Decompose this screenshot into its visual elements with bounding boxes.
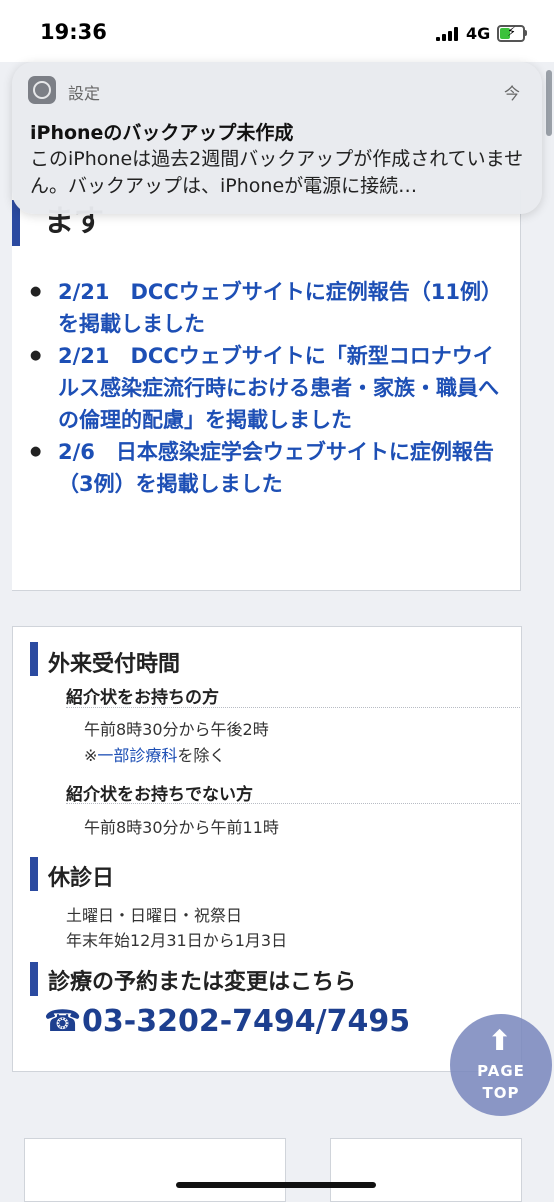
with-referral-time: 午前8時30分から午後2時 — [84, 720, 269, 739]
phone-link[interactable]: ☎03-3202-7494/7495 — [44, 1004, 410, 1039]
telephone-icon: ☎ — [44, 1004, 82, 1039]
notification-title: iPhoneのバックアップ未作成 — [30, 122, 294, 144]
department-link[interactable]: 一部診療科 — [97, 746, 177, 765]
home-indicator[interactable] — [176, 1182, 376, 1188]
with-referral-title: 紹介状をお持ちの方 — [66, 688, 219, 708]
network-type: 4G — [466, 24, 491, 43]
notification-app-name: 設定 — [68, 84, 101, 103]
closed-holidays: 年末年始12月31日から1月3日 — [66, 931, 288, 950]
battery-tip — [524, 30, 527, 36]
closed-days: 土曜日・日曜日・祝祭日 — [66, 906, 243, 925]
booking-title: 診療の予約または変更はこちら — [48, 970, 357, 995]
notification-time: 今 — [503, 84, 520, 103]
scrollbar[interactable] — [546, 70, 552, 136]
bottom-card[interactable] — [24, 1138, 286, 1202]
phone-number: 03-3202-7494/7495 — [82, 1004, 411, 1039]
without-referral-time: 午前8時30分から午前11時 — [84, 818, 279, 837]
status-bar: 19:36 4G ⚡ — [0, 0, 554, 62]
divider — [66, 707, 520, 708]
status-time: 19:36 — [40, 20, 107, 44]
hours-title: 外来受付時間 — [48, 652, 181, 677]
signal-icon — [436, 27, 460, 41]
divider — [66, 803, 520, 804]
section-accent — [30, 642, 38, 676]
news-item-link[interactable]: 2/21 DCCウェブサイトに症例報告（11例）を掲載しました — [28, 276, 508, 340]
note-prefix: ※ — [84, 746, 98, 765]
bottom-card[interactable] — [330, 1138, 522, 1202]
section-accent — [30, 857, 38, 891]
battery-icon: ⚡ — [497, 25, 525, 42]
backup-notification[interactable]: 設定 今 iPhoneのバックアップ未作成 このiPhoneは過去2週間バックア… — [12, 62, 542, 214]
note-suffix: を除く — [177, 746, 226, 765]
page-top-button[interactable]: ⬆ PAGE TOP — [450, 1014, 552, 1116]
settings-gear-icon — [28, 76, 56, 104]
page-top-line2: TOP — [482, 1084, 520, 1102]
department-note: ※一部診療科を除く — [84, 742, 225, 766]
notification-body: このiPhoneは過去2週間バックアップが作成されていません。バックアップは、i… — [30, 148, 524, 197]
page-top-line1: PAGE — [477, 1062, 525, 1080]
news-item-link[interactable]: 2/6 日本感染症学会ウェブサイトに症例報告（3例）を掲載しました — [28, 436, 508, 500]
news-list: 2/21 DCCウェブサイトに症例報告（11例）を掲載しました 2/21 DCC… — [28, 276, 508, 500]
up-arrow-icon: ⬆ — [488, 1024, 512, 1057]
without-referral-title: 紹介状をお持ちでない方 — [66, 785, 253, 805]
news-item-link[interactable]: 2/21 DCCウェブサイトに「新型コロナウイルス感染症流行時における患者・家族… — [28, 340, 508, 436]
page-top-label: PAGE TOP — [450, 1060, 552, 1104]
section-accent — [30, 962, 38, 996]
closed-title: 休診日 — [48, 866, 115, 891]
